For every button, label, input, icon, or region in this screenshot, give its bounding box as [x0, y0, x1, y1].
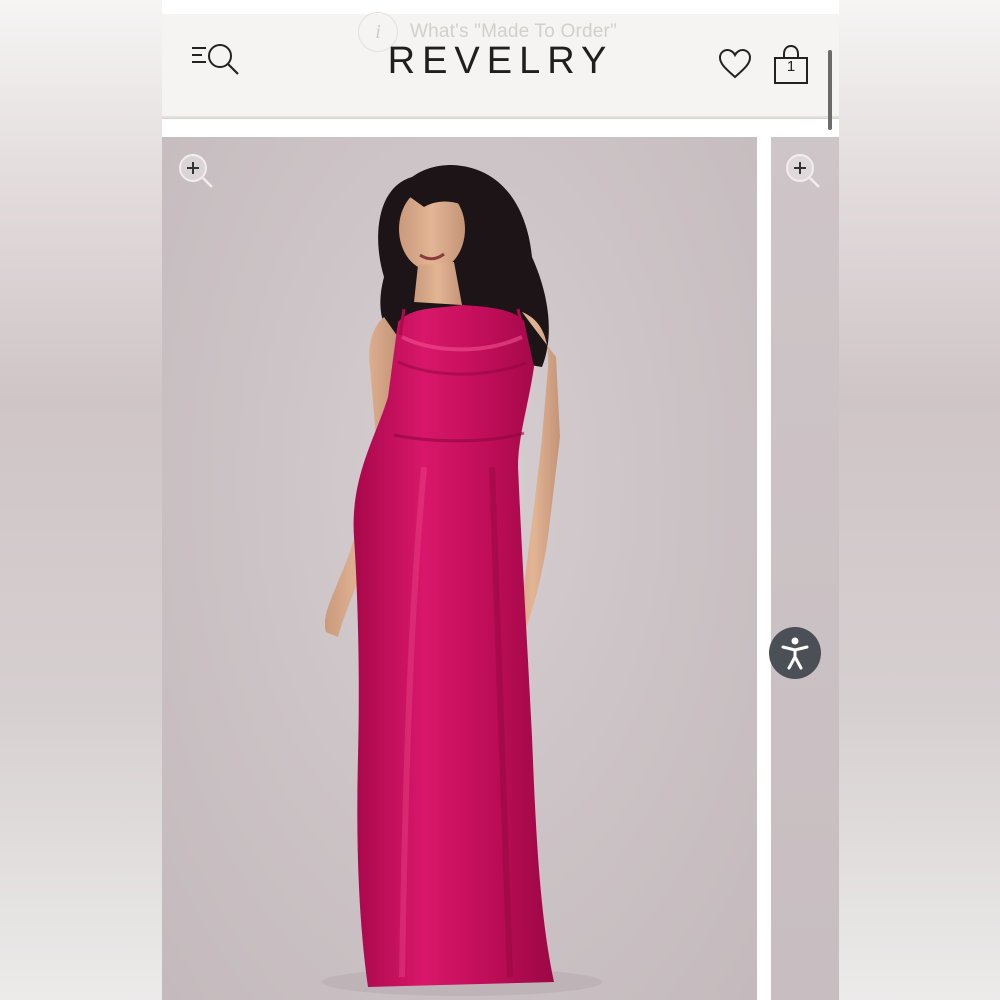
product-image-main[interactable]	[162, 137, 757, 1000]
blurred-background-right	[839, 0, 1000, 1000]
cart-button[interactable]: 1	[772, 44, 810, 86]
zoom-in-icon[interactable]	[176, 151, 216, 191]
blurred-background-left	[0, 0, 162, 1000]
product-image-next[interactable]	[771, 137, 839, 1000]
cart-count: 1	[786, 58, 796, 75]
accessibility-icon	[781, 637, 809, 670]
scrollbar[interactable]	[828, 50, 832, 130]
zoom-in-icon[interactable]	[783, 151, 823, 191]
header-divider	[162, 116, 839, 118]
model-illustration	[322, 165, 602, 996]
product-gallery	[162, 137, 839, 1000]
accessibility-button[interactable]	[769, 627, 821, 679]
wishlist-button[interactable]	[717, 46, 753, 82]
mobile-screen: i What's "Made To Order" REVELRY 1	[162, 0, 839, 1000]
heart-icon	[718, 48, 752, 79]
